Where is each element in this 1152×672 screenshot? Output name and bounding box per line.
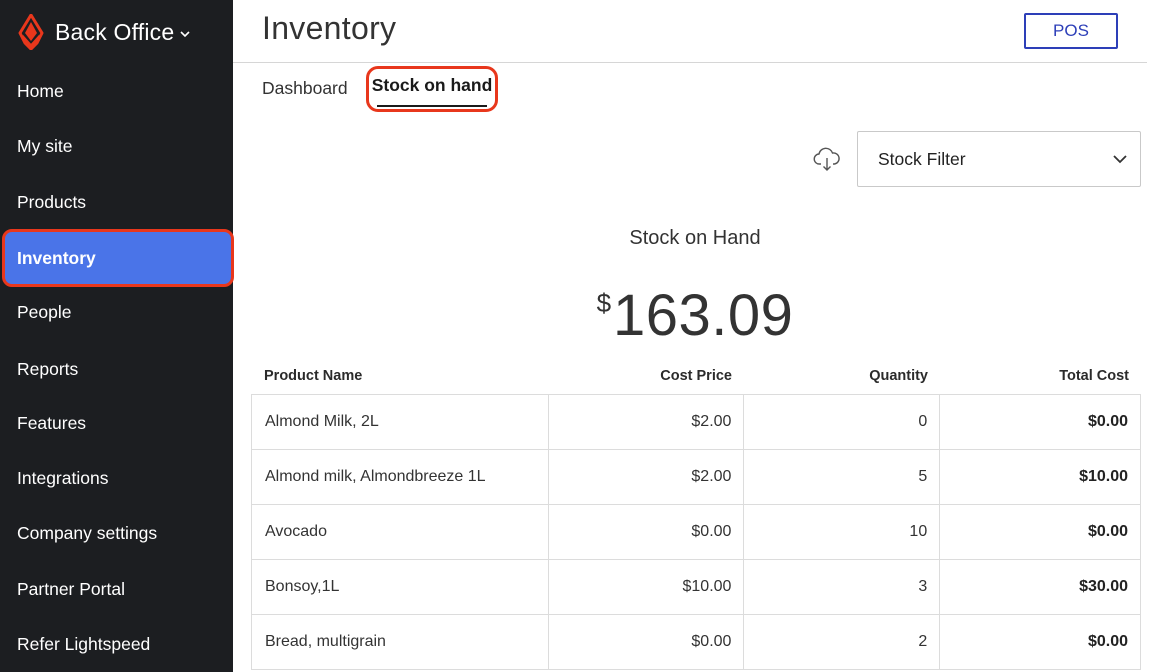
sidebar-item-refer-lightspeed[interactable]: Refer Lightspeed — [0, 617, 233, 672]
page-title: Inventory — [262, 10, 397, 46]
lightspeed-logo-icon — [18, 14, 44, 50]
currency-symbol: $ — [596, 288, 612, 318]
chevron-down-icon — [1113, 155, 1127, 164]
amount-value: 163.09 — [613, 283, 794, 348]
cell-total-cost: $10.00 — [940, 450, 1141, 504]
sidebar: Back Office Home My site Products Invent… — [0, 0, 234, 672]
cell-cost-price: $10.00 — [549, 560, 745, 614]
cell-cost-price: $2.00 — [549, 450, 745, 504]
column-header-quantity[interactable]: Quantity — [744, 368, 940, 384]
cloud-download-icon[interactable] — [813, 145, 841, 173]
tab-stock-on-hand-label: Stock on hand — [371, 74, 493, 95]
cell-quantity: 3 — [744, 560, 941, 614]
sidebar-item-products[interactable]: Products — [0, 175, 233, 230]
sidebar-item-my-site[interactable]: My site — [0, 119, 233, 174]
cell-quantity: 2 — [744, 615, 941, 669]
table-row[interactable]: Avocado $0.00 10 $0.00 — [251, 505, 1141, 560]
column-header-total-cost[interactable]: Total Cost — [940, 368, 1141, 384]
cell-quantity: 10 — [744, 505, 941, 559]
brand-menu[interactable]: Back Office — [16, 12, 191, 52]
sidebar-item-people[interactable]: People — [0, 285, 233, 340]
cell-product-name: Almond Milk, 2L — [252, 395, 549, 449]
cell-product-name: Avocado — [252, 505, 549, 559]
cell-cost-price: $0.00 — [549, 615, 745, 669]
cell-cost-price: $2.00 — [549, 395, 745, 449]
column-header-product-name[interactable]: Product Name — [251, 368, 548, 384]
table-row[interactable]: Almond Milk, 2L $2.00 0 $0.00 — [251, 395, 1141, 450]
cell-total-cost: $0.00 — [940, 615, 1141, 669]
pos-button[interactable]: POS — [1024, 13, 1118, 49]
main-content: Inventory POS Dashboard Stock on hand St… — [233, 0, 1152, 672]
table-row[interactable]: Bread, multigrain $0.00 2 $0.00 — [251, 615, 1141, 670]
stock-table: Product Name Cost Price Quantity Total C… — [251, 358, 1141, 670]
chevron-down-icon — [180, 30, 190, 37]
cell-total-cost: $0.00 — [940, 505, 1141, 559]
header-divider — [233, 62, 1147, 63]
sidebar-item-company-settings[interactable]: Company settings — [0, 506, 233, 561]
sidebar-item-reports[interactable]: Reports — [0, 342, 233, 397]
stock-filter-select[interactable]: Stock Filter — [857, 131, 1141, 187]
active-tab-underline — [377, 105, 487, 107]
sidebar-item-home[interactable]: Home — [0, 64, 233, 119]
cell-quantity: 5 — [744, 450, 941, 504]
table-body: Almond Milk, 2L $2.00 0 $0.00 Almond mil… — [251, 394, 1141, 670]
sidebar-item-features[interactable]: Features — [0, 396, 233, 451]
cell-cost-price: $0.00 — [549, 505, 745, 559]
tab-dashboard[interactable]: Dashboard — [262, 74, 348, 102]
sidebar-item-integrations[interactable]: Integrations — [0, 451, 233, 506]
brand-label: Back Office — [55, 18, 175, 45]
cell-total-cost: $30.00 — [940, 560, 1141, 614]
table-row[interactable]: Almond milk, Almondbreeze 1L $2.00 5 $10… — [251, 450, 1141, 505]
table-header: Product Name Cost Price Quantity Total C… — [251, 358, 1141, 394]
cell-quantity: 0 — [744, 395, 941, 449]
cell-product-name: Almond milk, Almondbreeze 1L — [252, 450, 549, 504]
stock-total-amount: $163.09 — [233, 282, 1152, 349]
cell-product-name: Bonsoy,1L — [252, 560, 549, 614]
column-header-cost-price[interactable]: Cost Price — [548, 368, 744, 384]
stock-filter-label: Stock Filter — [878, 148, 966, 169]
tab-stock-on-hand[interactable]: Stock on hand — [366, 66, 498, 112]
table-row[interactable]: Bonsoy,1L $10.00 3 $30.00 — [251, 560, 1141, 615]
cell-total-cost: $0.00 — [940, 395, 1141, 449]
cell-product-name: Bread, multigrain — [252, 615, 549, 669]
sidebar-item-inventory[interactable]: Inventory — [2, 229, 234, 287]
summary-label: Stock on Hand — [629, 227, 761, 249]
sidebar-item-partner-portal[interactable]: Partner Portal — [0, 562, 233, 617]
